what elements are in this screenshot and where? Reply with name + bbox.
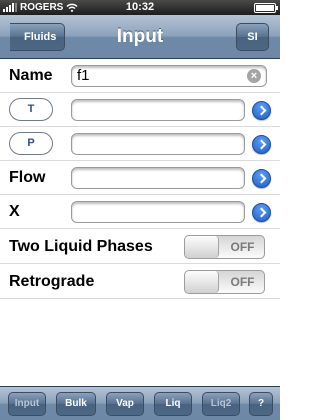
name-input[interactable]: f1 ×: [71, 65, 267, 87]
toolbar-input-button[interactable]: Input: [8, 392, 46, 416]
flow-label: Flow: [9, 169, 46, 186]
composition-disclosure-icon[interactable]: [252, 203, 271, 222]
flow-input[interactable]: [71, 167, 245, 189]
retrograde-label: Retrograde: [9, 273, 95, 290]
toolbar-bulk-button[interactable]: Bulk: [56, 392, 96, 416]
toggle-knob: [185, 236, 219, 258]
clock: 10:32: [125, 1, 155, 13]
toggle-state: OFF: [230, 275, 255, 289]
toggle-knob: [185, 271, 219, 293]
two-liquid-phases-row: Two Liquid Phases OFF: [0, 231, 280, 264]
flow-row: Flow: [0, 162, 280, 195]
pressure-row: P: [0, 128, 280, 161]
unit-system-button[interactable]: SI: [236, 23, 269, 51]
flow-disclosure-icon[interactable]: [252, 169, 271, 188]
temperature-input[interactable]: [71, 99, 245, 121]
toggle-state: OFF: [230, 240, 255, 254]
composition-label: X: [9, 203, 20, 220]
navigation-bar: Fluids Input SI: [0, 15, 280, 59]
name-label: Name: [9, 67, 53, 84]
pressure-input[interactable]: [71, 133, 245, 155]
temperature-disclosure-icon[interactable]: [252, 101, 271, 120]
status-bar: ROGERS 10:32: [0, 0, 280, 15]
composition-row: X: [0, 196, 280, 229]
pressure-unit-button[interactable]: P: [9, 132, 53, 155]
toolbar-liq-button[interactable]: Liq: [154, 392, 192, 416]
clear-icon[interactable]: ×: [247, 69, 261, 83]
two-liquid-phases-label: Two Liquid Phases: [9, 238, 153, 255]
pressure-disclosure-icon[interactable]: [252, 135, 271, 154]
temperature-row: T: [0, 94, 280, 127]
temperature-unit-button[interactable]: T: [9, 98, 53, 121]
battery-icon: [254, 3, 278, 13]
name-value: f1: [77, 67, 90, 84]
name-row: Name f1 ×: [0, 60, 280, 93]
toolbar-liq2-button[interactable]: Liq2: [202, 392, 240, 416]
retrograde-row: Retrograde OFF: [0, 266, 280, 299]
toolbar-vap-button[interactable]: Vap: [106, 392, 144, 416]
toolbar-help-button[interactable]: ?: [249, 392, 273, 416]
bottom-toolbar: Input Bulk Vap Liq Liq2 ?: [0, 386, 280, 420]
retrograde-toggle[interactable]: OFF: [184, 270, 265, 294]
composition-input[interactable]: [71, 201, 245, 223]
two-liquid-phases-toggle[interactable]: OFF: [184, 235, 265, 259]
